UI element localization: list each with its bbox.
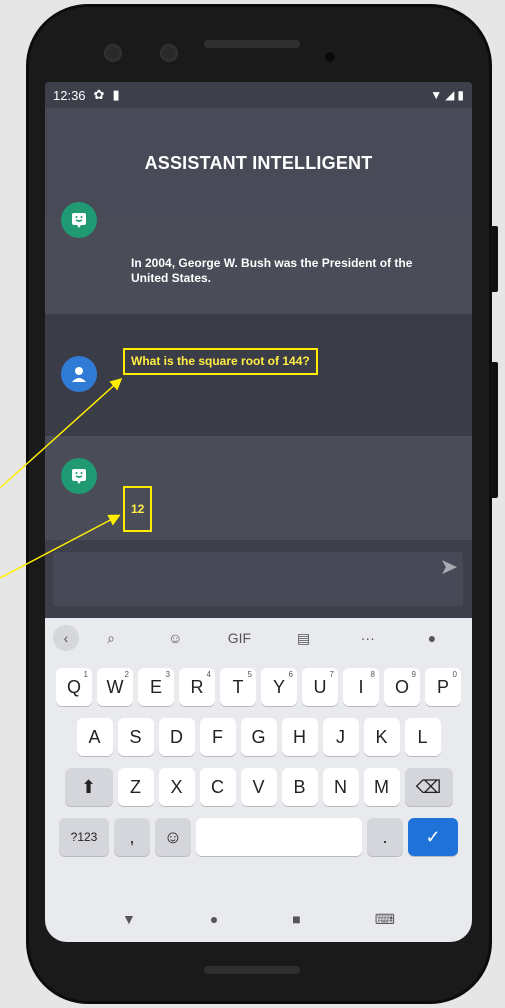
enter-key[interactable]: ✓: [408, 818, 458, 856]
key-d[interactable]: D: [158, 718, 195, 756]
key-c[interactable]: C: [199, 768, 236, 806]
key-a[interactable]: A: [76, 718, 113, 756]
key-l[interactable]: L: [404, 718, 441, 756]
app-bar: ASSISTANT INTELLIGENT: [45, 108, 472, 218]
key-z[interactable]: Z: [117, 768, 154, 806]
keyboard-row: ?123 , ☺ . ✓: [45, 818, 472, 856]
navigation-bar: ▼ ● ■ ⌨: [45, 896, 472, 942]
chat-message-bot: 12: [45, 436, 472, 540]
key-q[interactable]: Q1: [56, 668, 92, 706]
keyboard-row: Q1W2E3R4T5Y6U7I8O9P0: [45, 668, 472, 706]
key-u[interactable]: U7: [302, 668, 338, 706]
key-f[interactable]: F: [199, 718, 236, 756]
key-n[interactable]: N: [322, 768, 359, 806]
bottom-speaker: [204, 966, 300, 974]
proximity-sensor: [325, 52, 335, 62]
key-y[interactable]: Y6: [261, 668, 297, 706]
backspace-key[interactable]: ⌫: [404, 768, 453, 806]
search-icon[interactable]: ⌕: [79, 630, 143, 647]
key-j[interactable]: J: [322, 718, 359, 756]
space-key[interactable]: [196, 818, 362, 856]
wifi-icon: ▼: [430, 88, 443, 102]
key-s[interactable]: S: [117, 718, 154, 756]
keyboard-row: ASDFGHJKL: [45, 718, 472, 756]
key-e[interactable]: E3: [138, 668, 174, 706]
bot-avatar-icon: [61, 458, 97, 494]
chat-message-user: What is the square root of 144?: [45, 314, 472, 436]
key-x[interactable]: X: [158, 768, 195, 806]
key-p[interactable]: P0: [425, 668, 461, 706]
battery-icon: ▮: [457, 88, 464, 102]
key-k[interactable]: K: [363, 718, 400, 756]
phone-screen: 12:36 ✿ ▮ ▼ ◢ ▮ ASSISTANT INTELLIGENT In…: [45, 82, 472, 942]
keyboard-toolbar: ‹ ⌕ ☺ GIF ▤ ··· ●: [45, 618, 472, 658]
key-w[interactable]: W2: [97, 668, 133, 706]
chevron-left-icon[interactable]: ‹: [53, 625, 79, 651]
gif-button[interactable]: GIF: [207, 630, 271, 646]
bot-avatar-icon: [61, 202, 97, 238]
status-bar: 12:36 ✿ ▮ ▼ ◢ ▮: [45, 82, 472, 108]
key-v[interactable]: V: [240, 768, 277, 806]
sdcard-icon: ▮: [112, 87, 120, 102]
key-r[interactable]: R4: [179, 668, 215, 706]
signal-icon: ◢: [445, 88, 455, 102]
back-nav-icon[interactable]: ▼: [122, 911, 136, 927]
key-o[interactable]: O9: [384, 668, 420, 706]
clipboard-icon[interactable]: ▤: [272, 630, 336, 647]
gear-icon: ✿: [93, 87, 105, 102]
comma-key[interactable]: ,: [114, 818, 150, 856]
mic-icon[interactable]: ●: [400, 630, 464, 646]
shift-key[interactable]: ⬆: [64, 768, 113, 806]
power-button: [490, 362, 498, 498]
front-camera: [104, 44, 122, 62]
volume-button: [490, 226, 498, 292]
page-title: ASSISTANT INTELLIGENT: [144, 152, 373, 173]
message-input[interactable]: [53, 552, 463, 606]
user-avatar-icon: [61, 356, 97, 392]
soft-keyboard: ‹ ⌕ ☺ GIF ▤ ··· ● Q1W2E3R4T5Y6U7I8O9P0 A…: [45, 618, 472, 942]
emoji-icon[interactable]: ☺: [155, 818, 191, 856]
status-time: 12:36: [53, 87, 86, 103]
symbols-key[interactable]: ?123: [59, 818, 109, 856]
chat-message-text: In 2004, George W. Bush was the Presiden…: [131, 256, 413, 285]
key-i[interactable]: I8: [343, 668, 379, 706]
key-b[interactable]: B: [281, 768, 318, 806]
home-nav-icon[interactable]: ●: [210, 911, 218, 927]
message-input-bar: ➤: [45, 540, 472, 618]
chat-message-text: What is the square root of 144?: [123, 348, 318, 375]
keyboard-row: ⬆ ZXCVBNM ⌫: [45, 768, 472, 806]
key-h[interactable]: H: [281, 718, 318, 756]
key-t[interactable]: T5: [220, 668, 256, 706]
keyboard-switch-icon[interactable]: ⌨: [375, 911, 395, 928]
earpiece-speaker: [204, 40, 300, 48]
chat-message-bot: In 2004, George W. Bush was the Presiden…: [45, 202, 472, 314]
front-sensor: [160, 44, 178, 62]
key-m[interactable]: M: [363, 768, 400, 806]
recents-nav-icon[interactable]: ■: [292, 911, 300, 927]
sticker-icon[interactable]: ☺: [143, 630, 207, 646]
chat-message-text: 12: [123, 486, 153, 532]
period-key[interactable]: .: [367, 818, 403, 856]
key-g[interactable]: G: [240, 718, 277, 756]
send-icon[interactable]: ➤: [440, 554, 458, 580]
more-icon[interactable]: ···: [336, 630, 400, 646]
